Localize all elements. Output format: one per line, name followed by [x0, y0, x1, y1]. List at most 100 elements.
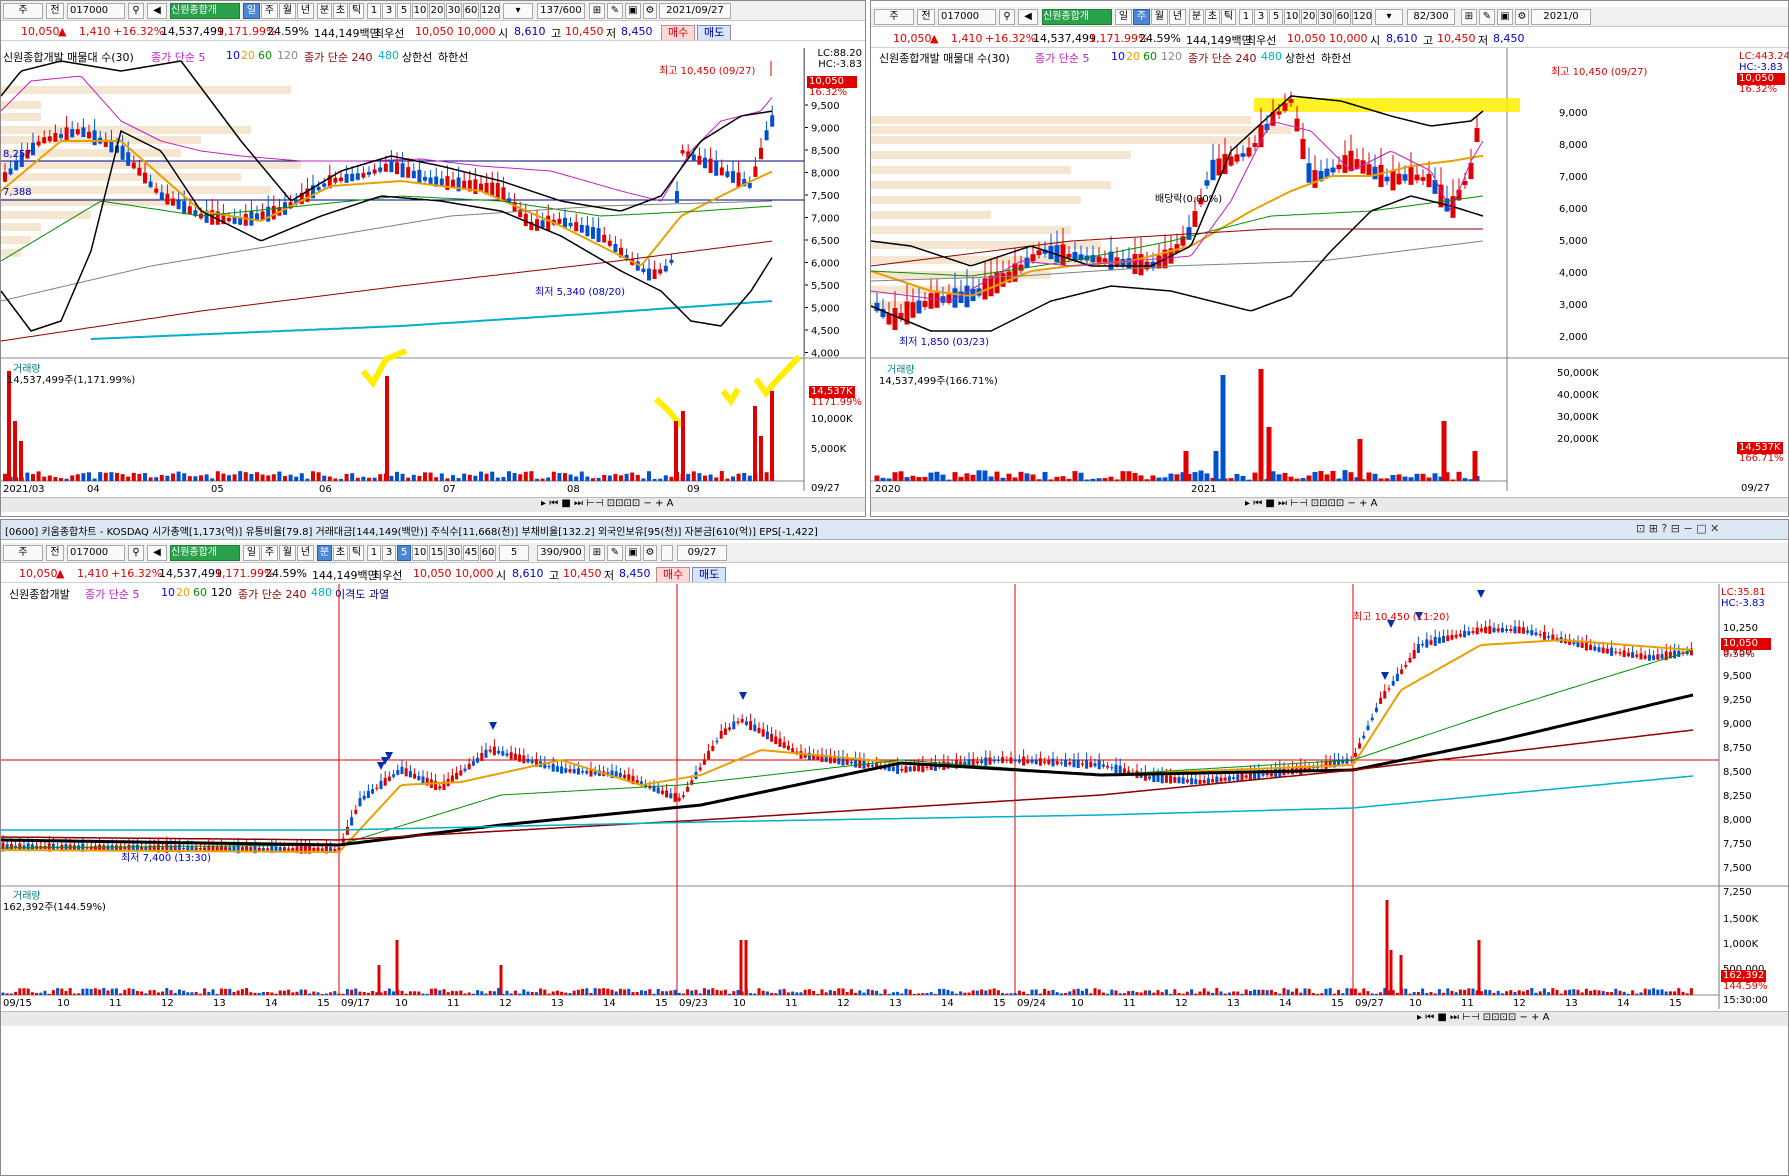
candle-body	[131, 162, 136, 169]
volume-bar	[942, 988, 946, 995]
volume-bar	[1194, 993, 1198, 995]
volume-info: 162,392주(144.59%)	[3, 902, 106, 913]
candle-body	[455, 772, 459, 780]
horizontal-scrollbar[interactable]	[1, 497, 865, 512]
volume-bar	[988, 989, 992, 995]
candle-body	[563, 217, 567, 228]
volume-bar	[1202, 988, 1206, 995]
candle-body	[1526, 630, 1530, 633]
volume-bar	[958, 476, 964, 481]
candle-body	[1330, 167, 1336, 173]
candle-body	[934, 292, 940, 308]
volume-bar	[1542, 988, 1546, 995]
candle-body	[680, 150, 685, 154]
volume-bar	[344, 473, 349, 481]
volume-bar	[723, 989, 727, 995]
volume-bar	[144, 993, 148, 995]
volume-bar	[31, 474, 35, 481]
candle-body	[522, 755, 526, 764]
candle-body	[22, 845, 26, 849]
scroll-controls[interactable]: ▸ ⏮ ■ ⏭ ⊢⊣ ⊡⊡⊡⊡ − + A	[541, 498, 673, 509]
candle-body	[728, 727, 732, 730]
volume-bar	[311, 471, 315, 481]
volume-bar	[896, 991, 900, 995]
volume-bar	[25, 472, 30, 481]
candle-body	[992, 759, 996, 762]
candle-body	[8, 168, 13, 175]
volume-bar	[408, 991, 412, 995]
volume-bar	[1366, 991, 1370, 995]
daily-price-chart[interactable]: 9,5009,0008,5008,0007,5007,0006,5006,000…	[1, 1, 866, 517]
volume-bar	[18, 988, 22, 995]
candle-body	[36, 141, 41, 146]
candle-body	[1101, 764, 1105, 767]
candle-body	[476, 757, 480, 763]
volume-profile-bar	[871, 126, 1291, 134]
candle-body	[1177, 777, 1181, 784]
volume-bar	[417, 475, 422, 481]
volume-bar	[543, 989, 547, 995]
candle-body	[1370, 717, 1374, 721]
volume-bar	[940, 474, 946, 481]
volume-bar	[476, 990, 480, 995]
scroll-controls[interactable]: ▸ ⏮ ■ ⏭ ⊢⊣ ⊡⊡⊡⊡ − + A	[1245, 498, 1377, 509]
candle-body	[1001, 757, 1005, 764]
volume-bar	[1234, 474, 1240, 481]
volume-bar	[1030, 474, 1036, 481]
volume-bar	[1080, 990, 1084, 995]
candle-body	[786, 745, 790, 750]
volume-bar	[1055, 992, 1059, 995]
xaxis-label: 09/15	[3, 998, 32, 1009]
volume-bar	[1096, 478, 1102, 481]
volume-bar	[518, 993, 522, 995]
volume-bar	[455, 991, 459, 995]
scroll-controls[interactable]: ▸ ⏮ ■ ⏭ ⊢⊣ ⊡⊡⊡⊡ − + A	[1417, 1012, 1549, 1023]
volume-bar	[807, 989, 811, 995]
volume-bar	[1580, 992, 1584, 995]
candle-body	[492, 746, 496, 756]
weekly-price-chart[interactable]: 9,000 8,000 7,000 6,000 5,000 4,000 3,000 2,000…	[871, 1, 1789, 517]
xaxis-label: 15	[1669, 998, 1682, 1009]
volume-bar	[883, 989, 887, 995]
xaxis-label: 2021	[1191, 484, 1216, 495]
volume-bar	[1101, 992, 1105, 995]
volume-bar	[287, 989, 291, 995]
candle-body	[1194, 779, 1198, 784]
volume-bar	[886, 478, 892, 481]
candle-body	[459, 770, 463, 776]
candle-body	[1034, 759, 1038, 765]
minute-price-chart[interactable]: 10,2509,7509,5009,2509,0008,7508,5008,25…	[1, 520, 1789, 1176]
volume-bar	[579, 471, 584, 481]
volume-bar	[400, 473, 405, 481]
volume-bar	[1022, 991, 1026, 995]
volume-bar	[976, 470, 982, 481]
volume-bar	[967, 992, 971, 995]
volume-profile-bar	[1, 223, 41, 231]
volume-bar	[697, 473, 702, 481]
volume-bar	[1204, 473, 1210, 481]
xaxis-label: 11	[109, 998, 122, 1009]
volume-bar	[782, 988, 786, 995]
volume-bar	[120, 474, 125, 481]
candle-body	[980, 760, 984, 764]
xaxis-label: 15	[1331, 998, 1344, 1009]
volume-bar	[329, 992, 333, 995]
volume-bar	[866, 989, 870, 995]
volume-bar	[221, 473, 226, 481]
candle-body	[417, 169, 422, 184]
candle-body	[1223, 777, 1227, 781]
volume-bar	[22, 988, 26, 995]
volume-bar	[996, 990, 1000, 995]
volume-bar	[975, 990, 979, 995]
candle-body	[1093, 763, 1097, 767]
candle-body	[1426, 173, 1432, 188]
volume-bar	[1597, 990, 1601, 995]
volume-bar	[522, 989, 526, 995]
candle-body	[1181, 777, 1185, 784]
volume-bar	[1318, 471, 1324, 481]
weekly-chart-panel: 주 전 017000 ⚲ ◀ 신원종합개 일 주 월 년 분 초 틱 1 3 5…	[870, 0, 1789, 517]
volume-bar	[837, 988, 841, 995]
candle-body	[413, 773, 417, 779]
volume-bar	[736, 473, 741, 481]
xaxis-label: 12	[837, 998, 850, 1009]
